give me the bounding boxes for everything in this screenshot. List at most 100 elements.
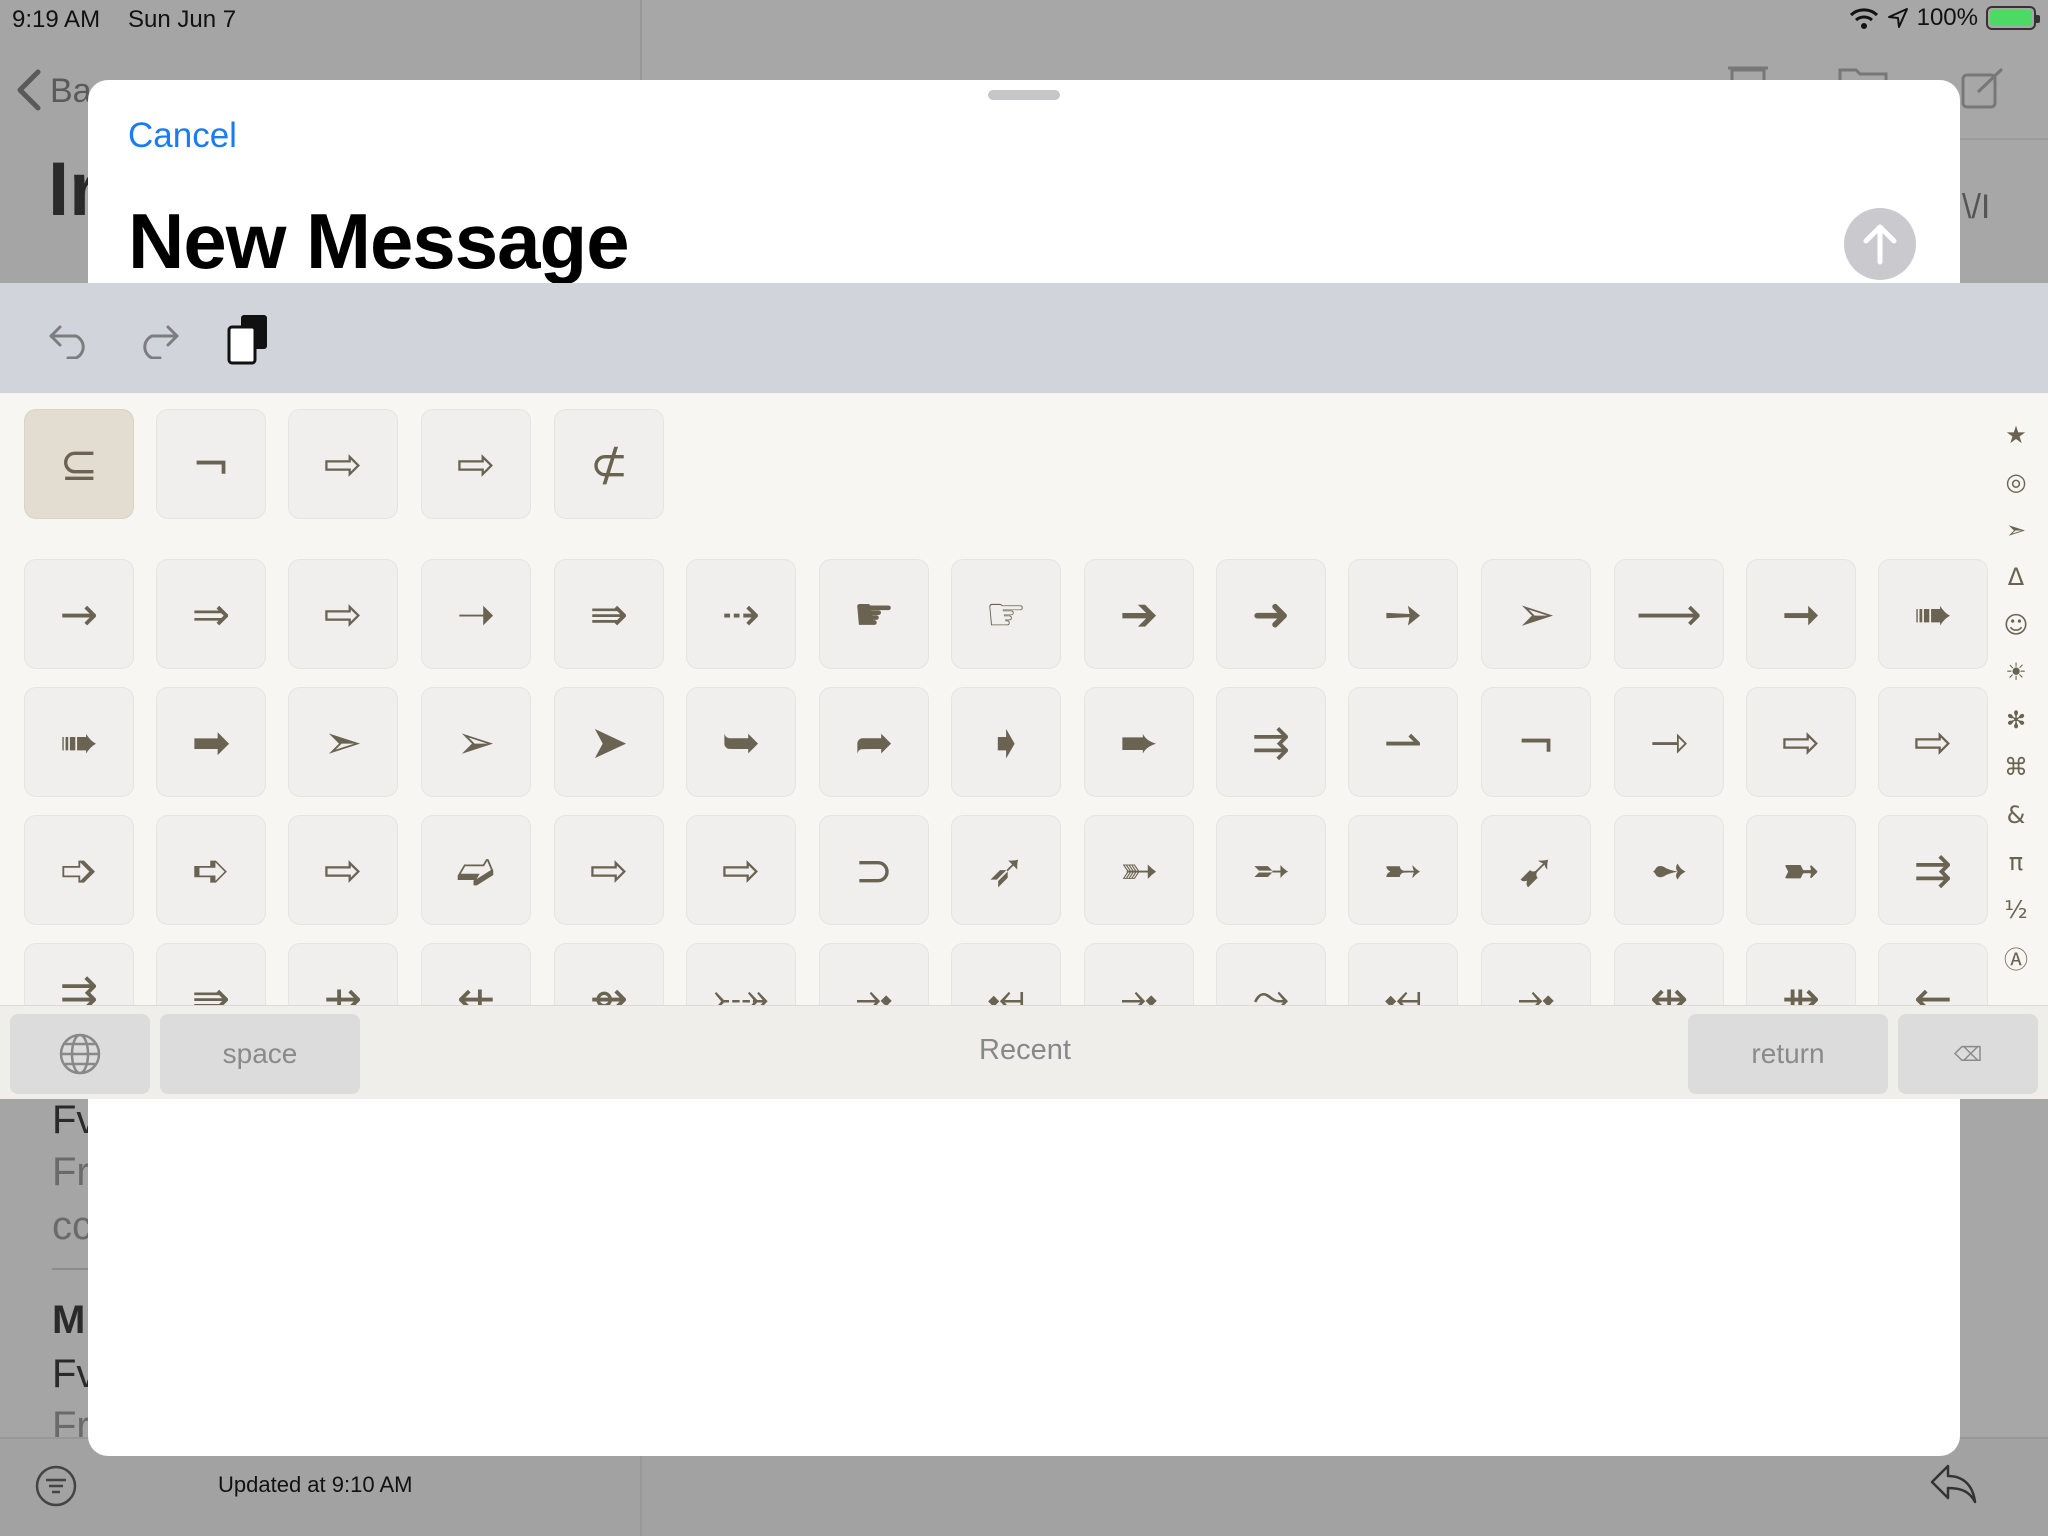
recent-symbol-key[interactable]: ⊆ — [24, 409, 134, 519]
recent-symbol-key[interactable]: ¬ — [156, 409, 266, 519]
symbol-key[interactable]: ⤳ — [1216, 943, 1326, 1005]
delete-key[interactable]: ⌫ — [1898, 1014, 2038, 1094]
symbol-key[interactable]: ➵ — [1216, 815, 1326, 925]
symbol-key[interactable]: ⇴ — [554, 943, 664, 1005]
symbol-key[interactable]: ➫ — [421, 815, 531, 925]
symbol-key[interactable]: ⇨ — [288, 815, 398, 925]
symbol-key[interactable]: ⤞ — [1481, 943, 1591, 1005]
symbol-key[interactable]: ⇉ — [1878, 815, 1988, 925]
arrow-up-icon — [1863, 224, 1897, 265]
send-button[interactable] — [1844, 208, 1916, 280]
symbol-key[interactable]: ➶ — [951, 815, 1061, 925]
redo-button[interactable] — [132, 313, 184, 365]
symbol-key[interactable]: ⇛ — [554, 559, 664, 669]
symbol-key[interactable]: ➢ — [421, 687, 531, 797]
compose-icon[interactable] — [1960, 66, 2006, 112]
category-ampersand-icon[interactable]: & — [1992, 795, 2040, 835]
filter-icon[interactable] — [34, 1464, 78, 1508]
symbol-key[interactable]: ☞ — [951, 559, 1061, 669]
category-circle-icon[interactable]: ◎ — [1992, 462, 2040, 502]
category-smiley-icon[interactable]: ☺ — [1992, 605, 2040, 645]
category-arrow-icon[interactable]: ➣ — [1992, 510, 2040, 550]
globe-button[interactable] — [10, 1014, 150, 1094]
symbol-key[interactable]: ➠ — [24, 687, 134, 797]
sheet-grabber[interactable] — [988, 90, 1060, 100]
symbol-key[interactable]: ➞ — [1746, 559, 1856, 669]
recent-category-label: Recent — [979, 1034, 1071, 1066]
symbol-key[interactable]: ➤ — [554, 687, 664, 797]
symbol-key[interactable]: ➣ — [288, 687, 398, 797]
recent-symbol-key[interactable]: ⇨ — [288, 409, 398, 519]
symbol-key[interactable]: ⇾ — [1614, 687, 1724, 797]
category-pi-icon[interactable]: π — [1992, 842, 2040, 882]
category-sun-icon[interactable]: ☀ — [1992, 652, 2040, 692]
symbol-key[interactable]: ⇉ — [1216, 687, 1326, 797]
symbol-key[interactable]: ➡ — [156, 687, 266, 797]
symbol-key[interactable]: ⇀ — [1348, 687, 1458, 797]
return-key[interactable]: return — [1688, 1014, 1888, 1094]
symbol-key[interactable]: ➹ — [1481, 815, 1591, 925]
shortcut-bar — [0, 283, 2048, 393]
symbol-key[interactable]: ➢ — [1481, 559, 1591, 669]
symbol-key[interactable]: ⇨ — [1746, 687, 1856, 797]
cancel-button[interactable]: Cancel — [128, 116, 237, 156]
symbol-key[interactable]: ⇨ — [686, 815, 796, 925]
symbol-key[interactable]: ➳ — [1084, 815, 1194, 925]
symbol-key[interactable]: ⇢ — [686, 559, 796, 669]
compose-title: New Message — [128, 197, 630, 285]
reply-icon[interactable] — [1928, 1462, 1978, 1506]
symbol-key[interactable]: ➸ — [1348, 815, 1458, 925]
back-chevron-icon[interactable] — [16, 68, 42, 112]
symbol-key[interactable]: ⇶ — [24, 943, 134, 1005]
symbol-key[interactable]: ➠ — [1878, 559, 1988, 669]
symbol-key[interactable]: ➻ — [1614, 815, 1724, 925]
paste-button[interactable] — [222, 313, 274, 365]
category-fraction-icon[interactable]: ½ — [1992, 890, 2040, 930]
symbol-key[interactable]: ➧ — [951, 687, 1061, 797]
symbol-key[interactable]: ⇨ — [554, 815, 664, 925]
recent-symbol-key[interactable]: ⊄ — [554, 409, 664, 519]
category-asterisk-icon[interactable]: ✻ — [1992, 700, 2040, 740]
symbol-key[interactable]: ⤟ — [951, 943, 1061, 1005]
category-command-icon[interactable]: ⌘ — [1992, 747, 2040, 787]
symbol-key[interactable]: ⤐ — [686, 943, 796, 1005]
symbol-key[interactable]: ⇒ — [156, 559, 266, 669]
symbol-key[interactable]: ¬ — [1481, 687, 1591, 797]
symbol-key[interactable]: ➦ — [819, 687, 929, 797]
symbol-key[interactable]: ⇸ — [288, 943, 398, 1005]
symbol-key[interactable]: ➩ — [24, 815, 134, 925]
symbol-key[interactable]: ⤟ — [1348, 943, 1458, 1005]
symbol-key[interactable]: ➥ — [686, 687, 796, 797]
symbol-key[interactable]: → — [24, 559, 134, 669]
back-label[interactable]: Ba — [50, 72, 92, 111]
symbol-key[interactable]: ➝ — [421, 559, 531, 669]
symbol-key[interactable]: ⤞ — [1084, 943, 1194, 1005]
symbol-key[interactable]: ➼ — [1746, 815, 1856, 925]
symbol-key[interactable]: ➜ — [1216, 559, 1326, 669]
space-key[interactable]: space — [160, 1014, 360, 1094]
symbol-key[interactable]: ⇨ — [288, 559, 398, 669]
symbol-keyboard: ⊆ ¬ ⇨ ⇨ ⊄ → ⇒ ⇨ ➝ ⇛ ⇢ ☛ ☞ ➔ ➜ ➙ ➢ ⟶ ➞ ➠ … — [0, 283, 2048, 1099]
symbol-key[interactable]: ➨ — [1084, 687, 1194, 797]
symbol-key[interactable]: ← — [1878, 943, 1988, 1005]
symbol-key[interactable]: ⇷ — [421, 943, 531, 1005]
symbol-key[interactable]: ⇛ — [156, 943, 266, 1005]
symbol-key[interactable]: ➪ — [156, 815, 266, 925]
wifi-icon — [1849, 8, 1878, 29]
symbol-key[interactable]: ☛ — [819, 559, 929, 669]
category-star-icon[interactable]: ★ — [1992, 415, 2040, 455]
category-triangle-icon[interactable]: Δ — [1992, 557, 2040, 597]
symbol-key[interactable]: ➙ — [1348, 559, 1458, 669]
updated-status: Updated at 9:10 AM — [218, 1472, 413, 1497]
category-circled-letter-icon[interactable]: Ⓐ — [1992, 937, 2040, 977]
symbol-key[interactable]: ⇹ — [1614, 943, 1724, 1005]
symbol-key[interactable]: ➔ — [1084, 559, 1194, 669]
symbol-key[interactable]: ⟶ — [1614, 559, 1724, 669]
symbol-key[interactable]: ⊃ — [819, 815, 929, 925]
symbol-key[interactable]: ⤞ — [819, 943, 929, 1005]
recent-symbol-key[interactable]: ⇨ — [421, 409, 531, 519]
undo-button[interactable] — [44, 313, 96, 365]
detail-side-text: \/I — [1962, 188, 1991, 226]
symbol-key[interactable]: ⇻ — [1746, 943, 1856, 1005]
symbol-key[interactable]: ⇨ — [1878, 687, 1988, 797]
